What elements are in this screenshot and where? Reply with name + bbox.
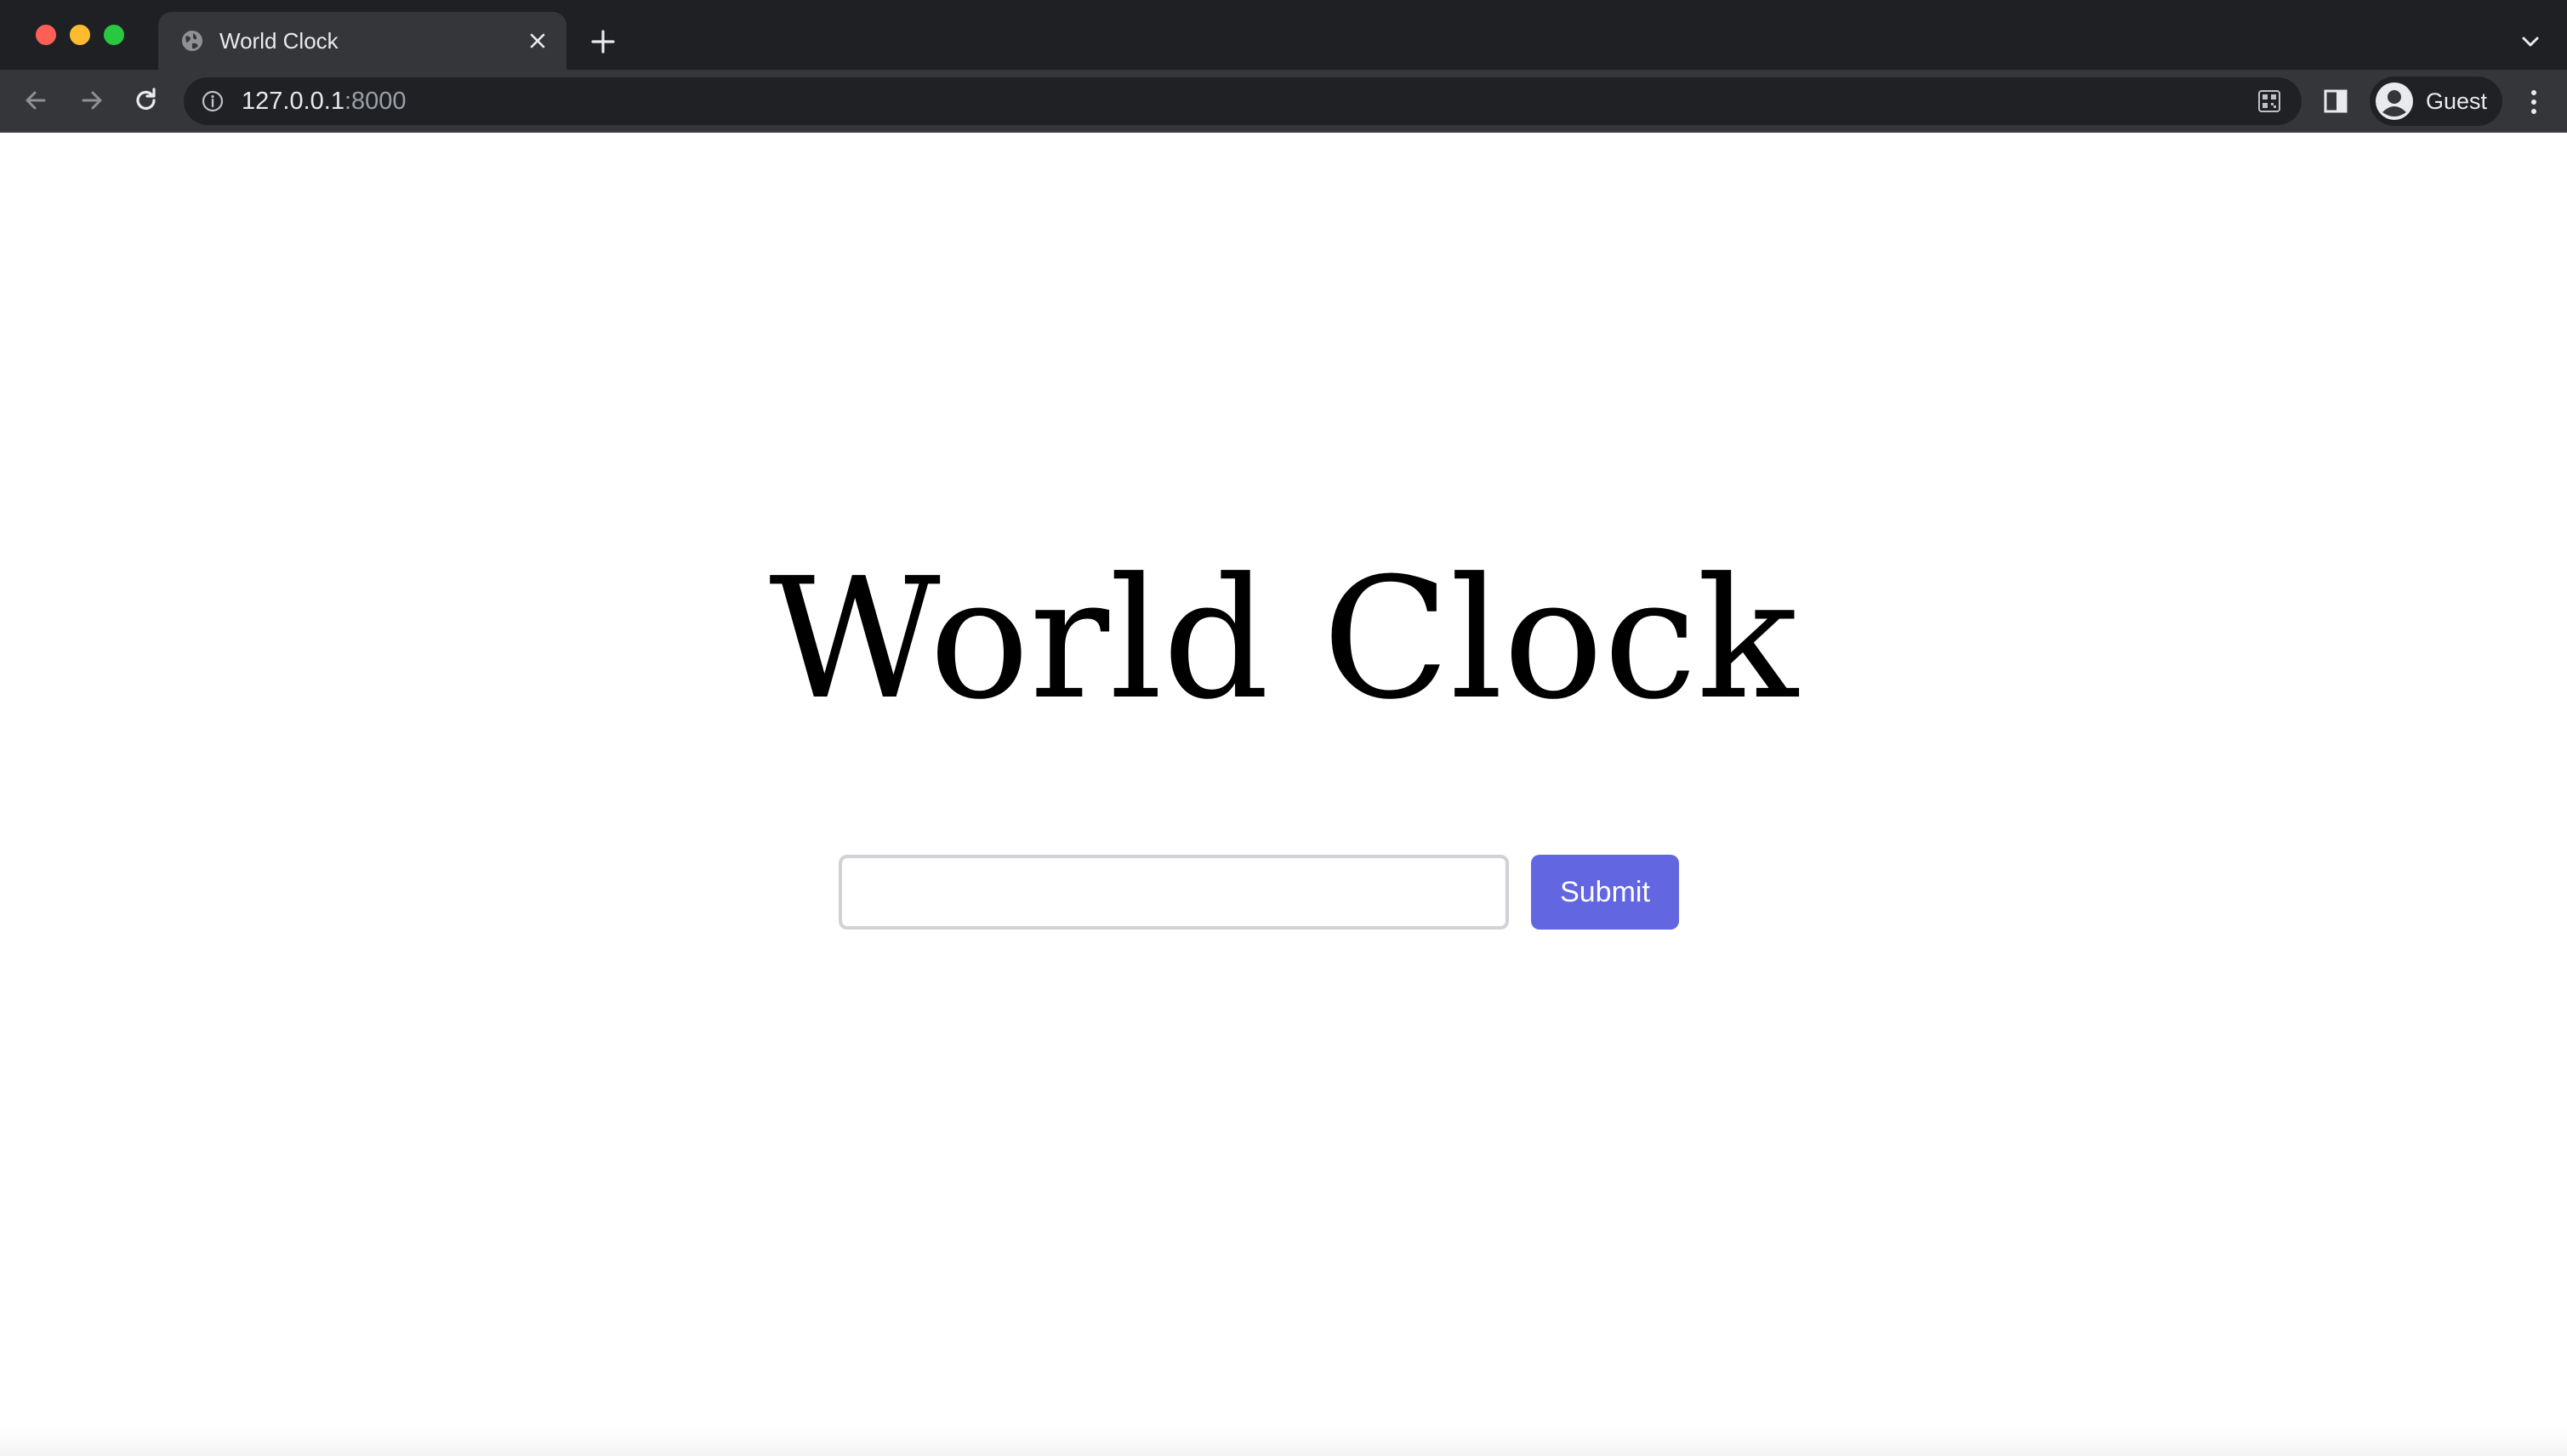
reload-icon[interactable] xyxy=(129,83,163,117)
info-icon[interactable] xyxy=(201,89,225,113)
kebab-menu-icon[interactable] xyxy=(2521,85,2547,119)
url-port: :8000 xyxy=(344,88,407,115)
url-host: 127.0.0.1 xyxy=(242,88,344,115)
address-url: 127.0.0.1:8000 xyxy=(242,87,407,116)
profile-name: Guest xyxy=(2426,88,2488,114)
browser-tab[interactable]: World Clock xyxy=(158,12,566,70)
profile-button[interactable]: Guest xyxy=(2370,77,2502,126)
browser-toolbar: 127.0.0.1:8000 Guest xyxy=(0,70,2567,133)
tab-strip: World Clock xyxy=(0,0,2567,70)
qr-code-icon[interactable] xyxy=(2256,88,2283,115)
bottom-shadow xyxy=(0,1425,2567,1456)
page-content: World Clock Submit xyxy=(0,133,2567,1456)
window-close-button[interactable] xyxy=(36,25,56,45)
location-input[interactable] xyxy=(839,855,1509,930)
window-maximize-button[interactable] xyxy=(104,25,124,45)
close-icon[interactable] xyxy=(526,29,549,53)
chevron-down-icon[interactable] xyxy=(2518,29,2543,54)
plus-icon[interactable] xyxy=(589,27,618,56)
arrow-right-icon[interactable] xyxy=(75,83,109,117)
page-title: World Clock xyxy=(769,543,1798,737)
tab-title: World Clock xyxy=(219,28,339,54)
window-minimize-button[interactable] xyxy=(70,25,90,45)
side-panel-icon[interactable] xyxy=(2322,88,2349,115)
globe-icon xyxy=(182,31,202,51)
browser-chrome: World Clock 127.0.0.1:8000 Guest xyxy=(0,0,2567,133)
submit-button[interactable]: Submit xyxy=(1531,855,1679,930)
address-bar[interactable]: 127.0.0.1:8000 xyxy=(184,77,2302,125)
arrow-left-icon[interactable] xyxy=(19,83,53,117)
avatar-icon xyxy=(2376,82,2413,120)
